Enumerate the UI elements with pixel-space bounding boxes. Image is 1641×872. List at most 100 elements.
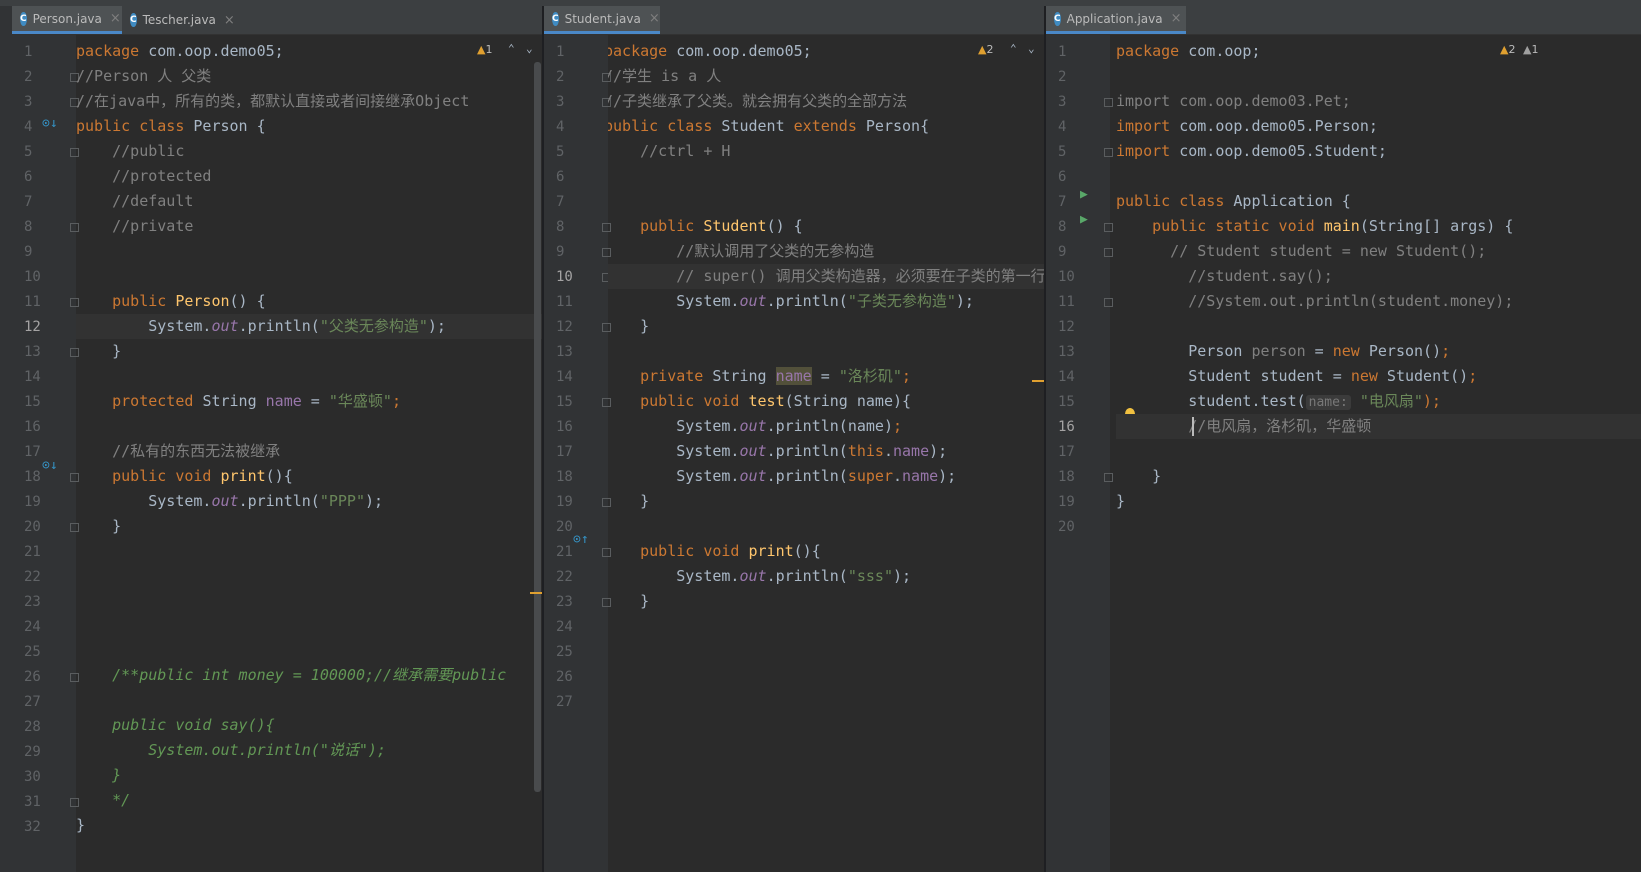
fold-marker-icon[interactable] [1104, 473, 1113, 482]
tab-label: Tescher.java [142, 13, 216, 27]
code-line-9: //默认调用了父类的无参构造 [608, 242, 875, 260]
code-line-1: package com.oop.demo05; [76, 42, 284, 60]
line-number: 3 [1058, 94, 1067, 110]
code-line-28: public void say(){ [76, 716, 275, 734]
close-icon[interactable]: × [649, 11, 660, 26]
code-line-4: public class Person { [76, 117, 266, 135]
code-line-30: } [76, 766, 122, 784]
run-main-icon[interactable]: ▶ [1080, 212, 1088, 227]
line-number-gutter: 1 2 3 4 5 6 7 8 9 10 11 12 13 14 15 16 17 18 19 20 [1046, 35, 1113, 872]
code-line-19: } [608, 492, 650, 510]
code-line-15: public void test(String name){ [608, 392, 912, 410]
code-line-7: //default [76, 192, 194, 210]
close-icon[interactable]: × [224, 13, 235, 28]
line-number: 1 [24, 44, 33, 60]
line-number: 25 [24, 644, 41, 660]
code-editor[interactable]: package com.oop.demo05; //学生 is a 人 //子类… [608, 35, 1044, 872]
editor-pane-student: C Student.java × 1 2 3 4 5 6 7 8 9 10 11 12 13 14 15 16… [544, 6, 1044, 872]
tab-label: Person.java [32, 11, 102, 26]
line-number: 14 [1058, 369, 1075, 385]
left-tool-strip [0, 6, 12, 872]
code-line-26: /**public int money = 100000;//继承需要publi… [76, 666, 507, 684]
tab-tescher-java[interactable]: C Tescher.java × [122, 6, 242, 34]
code-line-7: public class Application { [1116, 192, 1351, 210]
tab-application-java[interactable]: C Application.java × [1046, 6, 1186, 34]
line-number: 5 [24, 144, 33, 160]
code-line-29: System.out.println("说话"); [76, 741, 386, 759]
line-number: 4 [1058, 119, 1067, 135]
close-icon[interactable]: × [110, 11, 121, 26]
line-number: 21 [556, 544, 573, 560]
line-number: 2 [24, 69, 33, 85]
line-number: 17 [1058, 444, 1075, 460]
line-number: 10 [556, 269, 573, 285]
close-icon[interactable]: × [1171, 11, 1182, 26]
fold-marker-icon[interactable] [1104, 298, 1113, 307]
line-number: 8 [24, 219, 33, 235]
implemented-override-icon[interactable]: ⊙↓ [42, 458, 58, 473]
line-number: 7 [556, 194, 565, 210]
line-number: 18 [24, 469, 41, 485]
line-number: 32 [24, 819, 41, 835]
code-line-17: //私有的东西无法被继承 [76, 442, 281, 460]
code-line-12-current: System.out.println("父类无参构造"); [76, 314, 542, 339]
line-number: 14 [24, 369, 41, 385]
editor-tab-bar: C Application.java × [1046, 6, 1641, 35]
code-line-3: import com.oop.demo03.Pet; [1116, 92, 1351, 110]
line-number: 5 [556, 144, 565, 160]
code-line-31: */ [76, 791, 131, 809]
code-line-4: import com.oop.demo05.Person; [1116, 117, 1378, 135]
warning-stripe-mark[interactable] [530, 592, 542, 594]
line-number: 25 [556, 644, 573, 660]
code-line-10-current: // super() 调用父类构造器，必须要在子类的第一行 [608, 264, 1044, 289]
fold-marker-icon[interactable] [1104, 223, 1113, 232]
warning-stripe-mark[interactable] [1032, 380, 1044, 382]
line-number: 8 [556, 219, 565, 235]
line-number: 16 [24, 419, 41, 435]
line-number: 13 [1058, 344, 1075, 360]
code-line-18: public void print(){ [76, 467, 293, 485]
line-number: 2 [1058, 69, 1067, 85]
line-number: 12 [24, 319, 41, 335]
code-line-5: //public [76, 142, 185, 160]
line-number: 13 [24, 344, 41, 360]
line-number: 2 [556, 69, 565, 85]
code-line-2: //学生 is a 人 [608, 67, 722, 85]
line-number: 20 [1058, 519, 1075, 535]
fold-marker-icon[interactable] [1104, 148, 1113, 157]
line-number: 23 [556, 594, 573, 610]
line-number: 20 [556, 519, 573, 535]
code-line-19: } [1116, 492, 1126, 510]
code-editor[interactable]: package com.oop.demo05; //Person 人 父类 //… [76, 35, 542, 872]
line-number: 10 [1058, 269, 1075, 285]
line-number: 22 [556, 569, 573, 585]
code-line-9: // Student student = new Student(); [1116, 242, 1487, 260]
tab-person-java[interactable]: C Person.java × [12, 6, 122, 34]
code-line-14: Student student = new Student(); [1116, 367, 1478, 385]
line-number: 7 [1058, 194, 1067, 210]
fold-marker-icon[interactable] [1104, 248, 1113, 257]
line-number: 7 [24, 194, 33, 210]
line-number: 6 [1058, 169, 1067, 185]
line-number: 19 [24, 494, 41, 510]
code-line-18: } [1116, 467, 1162, 485]
code-line-8: public static void main(String[] args) { [1116, 217, 1514, 235]
fold-marker-icon[interactable] [1104, 98, 1113, 107]
tab-label: Student.java [564, 11, 641, 26]
code-editor[interactable]: package com.oop; import com.oop.demo03.P… [1116, 35, 1641, 872]
run-class-icon[interactable]: ▶ [1080, 187, 1088, 202]
line-number: 21 [24, 544, 41, 560]
line-number: 27 [24, 694, 41, 710]
code-line-2: //Person 人 父类 [76, 67, 212, 85]
code-line-15: protected String name = "华盛顿"; [76, 392, 401, 410]
line-number: 17 [556, 444, 573, 460]
line-number: 13 [556, 344, 573, 360]
overrides-method-icon[interactable]: ⊙↑ [573, 532, 589, 547]
implemented-override-icon[interactable]: ⊙↓ [42, 116, 58, 131]
line-number: 6 [24, 169, 33, 185]
tab-student-java[interactable]: C Student.java × [544, 6, 660, 34]
line-number: 10 [24, 269, 41, 285]
line-number: 3 [24, 94, 33, 110]
vertical-scrollbar[interactable] [534, 62, 541, 792]
line-number: 15 [556, 394, 573, 410]
